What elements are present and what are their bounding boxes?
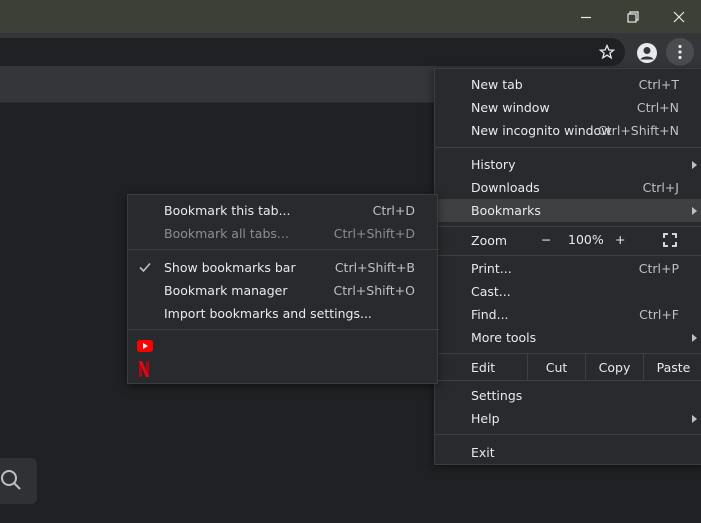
menu-item-label: Find...	[471, 307, 509, 322]
profile-button[interactable]	[634, 40, 660, 66]
chrome-menu-button[interactable]	[666, 38, 694, 66]
bookmark-item-netflix[interactable]	[137, 361, 151, 380]
search-icon	[1, 470, 21, 490]
minimize-icon	[581, 16, 591, 18]
menu-item-label: Help	[471, 411, 500, 426]
menu-item-cast[interactable]: Cast...	[435, 280, 701, 303]
restore-button[interactable]	[610, 0, 656, 33]
close-button[interactable]	[656, 0, 701, 33]
menu-item-label: Bookmarks	[471, 203, 541, 218]
close-icon	[673, 11, 685, 22]
fullscreen-icon[interactable]	[663, 233, 677, 247]
menu-item-label: More tools	[471, 330, 537, 345]
menu-item-label: Import bookmarks and settings...	[164, 306, 372, 321]
checkmark-icon	[139, 262, 151, 273]
bookmark-item-youtube[interactable]	[137, 340, 153, 355]
menu-item-help[interactable]: Help	[435, 407, 701, 430]
menu-item-shortcut: Ctrl+J	[642, 180, 679, 195]
zoom-in-button[interactable]: +	[615, 232, 625, 247]
chevron-right-icon	[692, 207, 697, 215]
menu-item-label: Bookmark manager	[164, 283, 288, 298]
menu-separator	[435, 380, 701, 381]
menu-item-label: Show bookmarks bar	[164, 260, 296, 275]
menu-separator	[435, 255, 701, 256]
menu-item-new-window[interactable]: New window Ctrl+N	[435, 96, 701, 119]
menu-item-more-tools[interactable]: More tools	[435, 326, 701, 349]
toolbar	[0, 33, 701, 70]
menu-item-shortcut: Ctrl+P	[638, 261, 679, 276]
star-icon	[599, 44, 615, 60]
menu-separator	[128, 249, 439, 250]
menu-item-print[interactable]: Print... Ctrl+P	[435, 257, 701, 280]
more-vert-icon	[678, 44, 682, 60]
menu-item-history[interactable]: History	[435, 153, 701, 176]
menu-item-shortcut: Ctrl+Shift+N	[598, 123, 679, 138]
menu-item-label: Settings	[471, 388, 523, 403]
menu-item-shortcut: Ctrl+N	[636, 100, 679, 115]
menu-item-shortcut: Ctrl+Shift+D	[333, 226, 415, 241]
menu-item-shortcut: Ctrl+Shift+O	[333, 283, 415, 298]
menu-item-label: New tab	[471, 77, 523, 92]
edit-label: Edit	[471, 360, 496, 375]
youtube-favicon	[137, 340, 153, 352]
chevron-right-icon	[692, 334, 697, 342]
menu-item-label: Bookmark this tab...	[164, 203, 291, 218]
avatar-icon	[637, 43, 657, 63]
chevron-right-icon	[692, 161, 697, 169]
minimize-button[interactable]	[563, 0, 609, 33]
menu-separator	[435, 147, 701, 148]
menu-item-bookmark-manager[interactable]: Bookmark manager Ctrl+Shift+O	[128, 279, 439, 302]
bookmark-star-button[interactable]	[597, 42, 617, 62]
zoom-out-button[interactable]: −	[541, 232, 551, 247]
edit-row: Edit Cut Copy Paste	[435, 354, 701, 380]
menu-separator	[435, 434, 701, 435]
menu-item-shortcut: Ctrl+Shift+B	[334, 260, 415, 275]
menu-separator	[128, 329, 439, 330]
menu-item-exit[interactable]: Exit	[435, 441, 701, 464]
zoom-label: Zoom	[471, 233, 508, 248]
menu-item-shortcut: Ctrl+T	[638, 77, 679, 92]
paste-button[interactable]: Paste	[643, 354, 701, 380]
menu-item-import-bookmarks[interactable]: Import bookmarks and settings...	[128, 302, 439, 325]
menu-item-bookmark-all-tabs: Bookmark all tabs... Ctrl+Shift+D	[128, 222, 439, 245]
menu-item-label: New incognito window	[471, 123, 612, 138]
zoom-level: 100%	[568, 232, 604, 247]
menu-item-label: Exit	[471, 445, 495, 460]
title-bar	[0, 0, 701, 33]
menu-item-bookmark-this-tab[interactable]: Bookmark this tab... Ctrl+D	[128, 199, 439, 222]
menu-item-label: New window	[471, 100, 550, 115]
menu-item-show-bookmarks-bar[interactable]: Show bookmarks bar Ctrl+Shift+B	[128, 256, 439, 279]
menu-item-shortcut: Ctrl+F	[639, 307, 679, 322]
menu-item-find[interactable]: Find... Ctrl+F	[435, 303, 701, 326]
chevron-right-icon	[692, 415, 697, 423]
netflix-favicon	[139, 361, 149, 377]
menu-item-label: Cast...	[471, 284, 511, 299]
menu-item-bookmarks[interactable]: Bookmarks	[435, 199, 701, 222]
menu-item-label: Print...	[471, 261, 512, 276]
menu-item-settings[interactable]: Settings	[435, 384, 701, 407]
cut-button[interactable]: Cut	[527, 354, 585, 380]
menu-item-label: Bookmark all tabs...	[164, 226, 289, 241]
bookmarks-submenu: Bookmark this tab... Ctrl+D Bookmark all…	[127, 194, 439, 384]
menu-item-shortcut: Ctrl+D	[372, 203, 415, 218]
menu-item-label: History	[471, 157, 516, 172]
menu-item-new-tab[interactable]: New tab Ctrl+T	[435, 73, 701, 96]
menu-item-new-incognito[interactable]: New incognito window Ctrl+Shift+N	[435, 119, 701, 142]
restore-icon	[627, 10, 639, 23]
zoom-row: Zoom − 100% +	[435, 227, 701, 253]
menu-item-downloads[interactable]: Downloads Ctrl+J	[435, 176, 701, 199]
copy-button[interactable]: Copy	[585, 354, 643, 380]
address-bar[interactable]	[0, 38, 625, 66]
chrome-main-menu: New tab Ctrl+T New window Ctrl+N New inc…	[434, 68, 701, 465]
ntp-search-box[interactable]	[0, 458, 37, 504]
menu-item-label: Downloads	[471, 180, 540, 195]
